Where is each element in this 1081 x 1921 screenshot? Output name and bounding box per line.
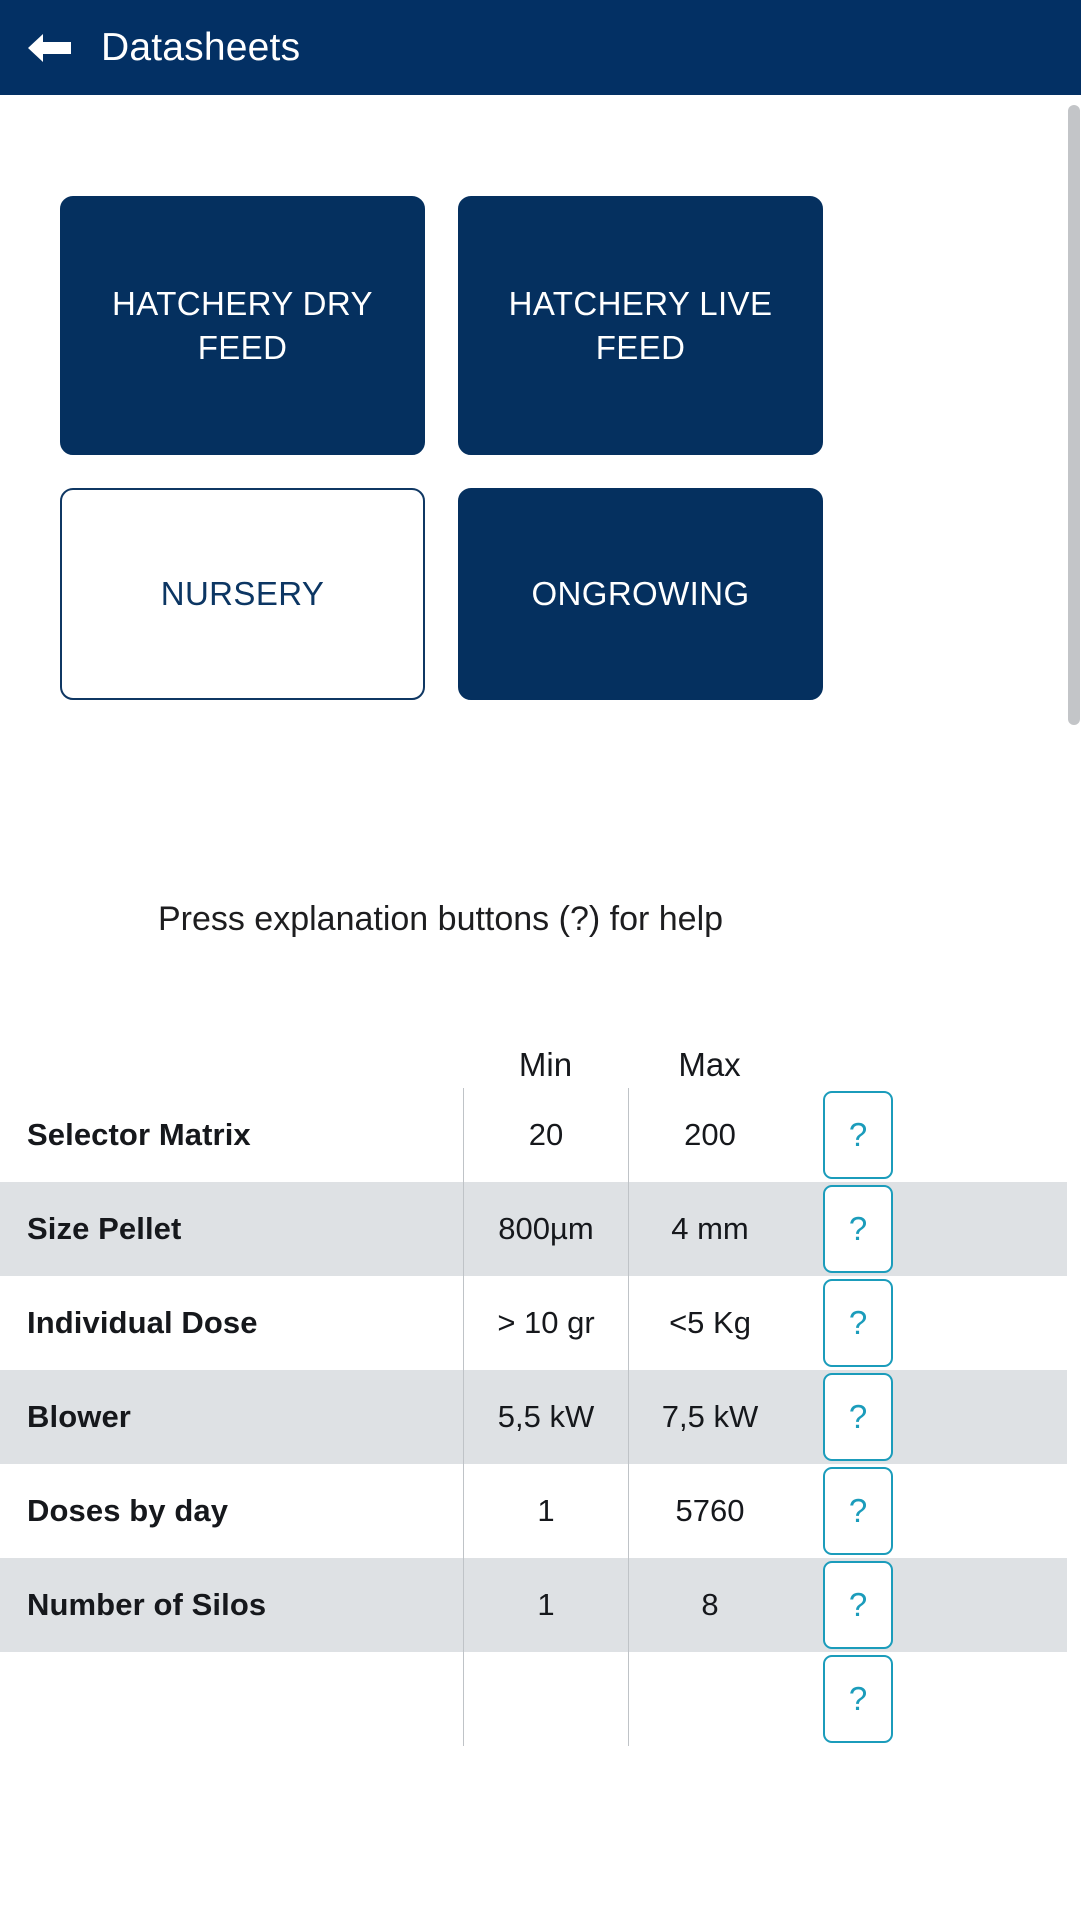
row-min-value: 5,5 kW	[463, 1370, 628, 1464]
row-max-value: <5 Kg	[628, 1276, 791, 1370]
datasheets-screen: Datasheets HATCHERY DRY FEED HATCHERY LI…	[0, 0, 1081, 1921]
row-min-value: 1	[463, 1464, 628, 1558]
table-row: Blower 5,5 kW 7,5 kW ?	[0, 1370, 1067, 1464]
category-button-hatchery-live-feed[interactable]: HATCHERY LIVE FEED	[458, 196, 823, 455]
help-button[interactable]: ?	[823, 1655, 893, 1743]
specs-table: Min Max Selector Matrix 20 200 ? Size Pe…	[0, 1020, 1067, 1746]
category-button-nursery[interactable]: NURSERY	[60, 488, 425, 700]
scrollbar-thumb[interactable]	[1068, 105, 1080, 725]
row-min-value: 1	[463, 1558, 628, 1652]
app-header: Datasheets	[0, 0, 1081, 95]
header-cell-max: Max	[678, 1046, 741, 1083]
category-button-hatchery-dry-feed[interactable]: HATCHERY DRY FEED	[60, 196, 425, 455]
row-help-cell: ?	[791, 1276, 1067, 1370]
row-max-value: 5760	[628, 1464, 791, 1558]
category-row-1: HATCHERY DRY FEED HATCHERY LIVE FEED	[60, 196, 824, 455]
row-label: Selector Matrix	[27, 1117, 251, 1152]
page-title: Datasheets	[101, 26, 301, 69]
row-label: Blower	[27, 1399, 131, 1434]
help-button[interactable]: ?	[823, 1091, 893, 1179]
row-help-cell: ?	[791, 1088, 1067, 1182]
help-hint-text: Press explanation buttons (?) for help	[157, 900, 724, 938]
table-row: Selector Matrix 20 200 ?	[0, 1088, 1067, 1182]
category-button-grid: HATCHERY DRY FEED HATCHERY LIVE FEED NUR…	[60, 196, 824, 700]
help-button[interactable]: ?	[823, 1279, 893, 1367]
row-max-value: 7,5 kW	[628, 1370, 791, 1464]
row-max-value: 200	[628, 1088, 791, 1182]
row-min-value: 800µm	[463, 1182, 628, 1276]
table-row: Number of Silos 1 8 ?	[0, 1558, 1067, 1652]
row-label: Number of Silos	[27, 1587, 267, 1622]
row-label: Individual Dose	[27, 1305, 258, 1340]
help-button[interactable]: ?	[823, 1561, 893, 1649]
row-help-cell: ?	[791, 1370, 1067, 1464]
row-max-value: 8	[628, 1558, 791, 1652]
header-cell-min: Min	[518, 1046, 573, 1083]
row-help-cell: ?	[791, 1652, 1067, 1746]
table-row: Individual Dose > 10 gr <5 Kg ?	[0, 1276, 1067, 1370]
table-header-row: Min Max	[0, 1020, 1067, 1088]
row-min-value: > 10 gr	[463, 1276, 628, 1370]
back-button[interactable]	[22, 20, 78, 76]
table-row: ?	[0, 1652, 1067, 1746]
table-row: Size Pellet 800µm 4 mm ?	[0, 1182, 1067, 1276]
arrow-left-icon	[26, 31, 74, 65]
category-row-2: NURSERY ONGROWING	[60, 488, 824, 700]
row-max-value: 4 mm	[628, 1182, 791, 1276]
scroll-content: HATCHERY DRY FEED HATCHERY LIVE FEED NUR…	[0, 95, 1067, 1921]
row-help-cell: ?	[791, 1558, 1067, 1652]
help-button[interactable]: ?	[823, 1373, 893, 1461]
row-min-value	[463, 1652, 628, 1746]
row-label	[0, 1652, 463, 1746]
row-max-value	[628, 1652, 791, 1746]
category-button-ongrowing[interactable]: ONGROWING	[458, 488, 823, 700]
row-label: Doses by day	[27, 1493, 229, 1528]
row-help-cell: ?	[791, 1182, 1067, 1276]
row-min-value: 20	[463, 1088, 628, 1182]
table-row: Doses by day 1 5760 ?	[0, 1464, 1067, 1558]
help-button[interactable]: ?	[823, 1185, 893, 1273]
row-label: Size Pellet	[27, 1211, 182, 1246]
help-button[interactable]: ?	[823, 1467, 893, 1555]
vertical-scrollbar[interactable]	[1067, 95, 1081, 1921]
row-help-cell: ?	[791, 1464, 1067, 1558]
